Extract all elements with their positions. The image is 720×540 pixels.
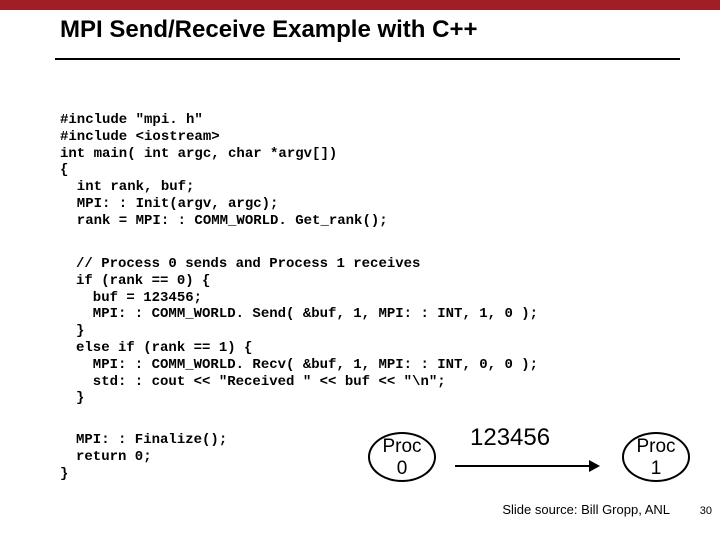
proc-0-node: Proc 0: [368, 432, 436, 482]
arrow-icon: [455, 460, 600, 472]
proc-1-node: Proc 1: [622, 432, 690, 482]
code-block-2: // Process 0 sends and Process 1 receive…: [76, 256, 538, 407]
code-closing-brace: }: [60, 466, 68, 483]
code-block-3: MPI: : Finalize(); return 0;: [76, 432, 227, 466]
message-value: 123456: [470, 424, 550, 452]
page-number: 30: [700, 505, 712, 517]
slide-credit: Slide source: Bill Gropp, ANL: [502, 502, 670, 517]
slide-title: MPI Send/Receive Example with C++: [60, 16, 720, 44]
top-stripe: [0, 0, 720, 10]
code-block-1: #include "mpi. h" #include <iostream> in…: [60, 112, 388, 230]
divider: [55, 58, 680, 60]
